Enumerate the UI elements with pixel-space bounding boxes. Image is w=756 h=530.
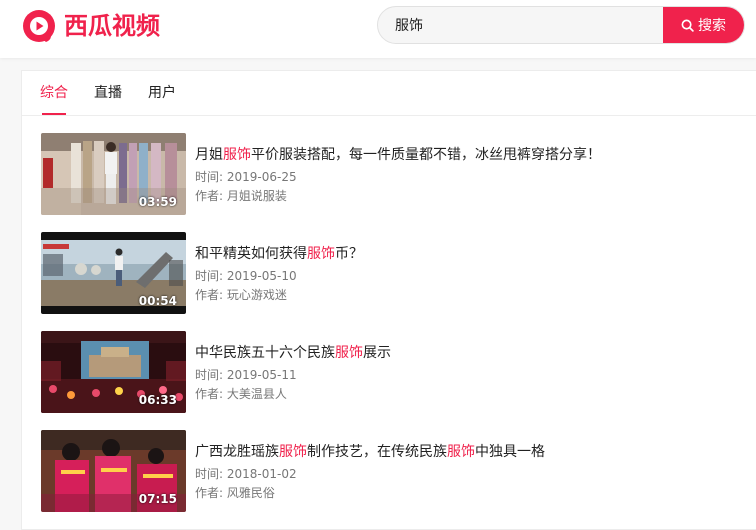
title-text: 月姐 <box>195 147 223 163</box>
video-time: 时间: 2019-05-10 <box>195 268 297 284</box>
author-label: 作者: <box>195 486 227 500</box>
author-label: 作者: <box>195 189 227 203</box>
title-text: 中独具一格 <box>475 444 545 460</box>
time-label: 时间: <box>195 467 227 481</box>
top-header: 西瓜视频 搜索 <box>0 0 756 58</box>
title-text: 广西龙胜瑶族 <box>195 444 279 460</box>
result-tabs: 综合 直播 用户 <box>22 71 756 116</box>
video-duration: 07:15 <box>138 492 177 506</box>
title-text: 币？ <box>335 246 363 262</box>
tab-live[interactable]: 直播 <box>94 84 122 102</box>
author-value: 玩心游戏迷 <box>226 288 287 302</box>
author-label: 作者: <box>195 288 227 302</box>
time-value: 2018-01-02 <box>226 467 297 481</box>
video-item[interactable]: 06:33 中华民族五十六个民族服饰展示 时间: 2019-05-11 作者: … <box>41 331 741 413</box>
title-text: 展示 <box>363 345 391 361</box>
video-title[interactable]: 中华民族五十六个民族服饰展示 <box>195 344 391 362</box>
video-thumbnail[interactable]: 06:33 <box>41 331 186 413</box>
title-highlight: 服饰 <box>335 345 363 361</box>
tab-users[interactable]: 用户 <box>148 84 176 102</box>
search-bar: 搜索 <box>377 6 745 44</box>
title-highlight: 服饰 <box>279 444 307 460</box>
video-duration: 00:54 <box>138 294 177 308</box>
search-button[interactable]: 搜索 <box>663 7 744 43</box>
xigua-logo-icon <box>23 10 55 42</box>
title-text: 中华民族五十六个民族 <box>195 345 335 361</box>
time-label: 时间: <box>195 269 227 283</box>
search-icon <box>681 19 694 32</box>
brand-logo[interactable]: 西瓜视频 <box>22 9 160 43</box>
video-item[interactable]: 07:15 广西龙胜瑶族服饰制作技艺，在传统民族服饰中独具一格 时间: 2018… <box>41 430 741 512</box>
author-value: 风雅民俗 <box>226 486 275 500</box>
time-value: 2019-05-11 <box>226 368 297 382</box>
title-text: 平价服装搭配，每一件质量都不错，冰丝甩裤穿搭分享！ <box>251 147 601 163</box>
video-author: 作者: 风雅民俗 <box>195 485 275 501</box>
title-text: 制作技艺，在传统民族 <box>307 444 447 460</box>
video-thumbnail[interactable]: 03:59 <box>41 133 186 215</box>
results-panel: 综合 直播 用户 03:59 月姐服饰平价服装搭配，每一件质量都不错，冰丝甩裤穿… <box>21 70 756 530</box>
video-time: 时间: 2019-05-11 <box>195 367 297 383</box>
video-item[interactable]: 03:59 月姐服饰平价服装搭配，每一件质量都不错，冰丝甩裤穿搭分享！ 时间: … <box>41 133 741 215</box>
active-tab-indicator <box>42 113 66 115</box>
video-duration: 06:33 <box>138 393 177 407</box>
time-label: 时间: <box>195 170 227 184</box>
tab-comprehensive[interactable]: 综合 <box>40 84 68 102</box>
video-title[interactable]: 月姐服饰平价服装搭配，每一件质量都不错，冰丝甩裤穿搭分享！ <box>195 146 601 164</box>
search-button-label: 搜索 <box>698 18 726 34</box>
video-author: 作者: 大美温县人 <box>195 386 287 402</box>
video-author: 作者: 玩心游戏迷 <box>195 287 287 303</box>
video-author: 作者: 月姐说服装 <box>195 188 287 204</box>
author-label: 作者: <box>195 387 227 401</box>
video-time: 时间: 2018-01-02 <box>195 466 297 482</box>
brand-name: 西瓜视频 <box>64 12 160 40</box>
author-value: 月姐说服装 <box>226 189 287 203</box>
time-label: 时间: <box>195 368 227 382</box>
video-thumbnail[interactable]: 07:15 <box>41 430 186 512</box>
video-time: 时间: 2019-06-25 <box>195 169 297 185</box>
title-highlight: 服饰 <box>223 147 251 163</box>
title-highlight: 服饰 <box>447 444 475 460</box>
search-input[interactable] <box>378 7 663 43</box>
video-title[interactable]: 和平精英如何获得服饰币？ <box>195 245 363 263</box>
author-value: 大美温县人 <box>226 387 287 401</box>
video-duration: 03:59 <box>138 195 177 209</box>
time-value: 2019-06-25 <box>226 170 297 184</box>
time-value: 2019-05-10 <box>226 269 297 283</box>
title-text: 和平精英如何获得 <box>195 246 307 262</box>
video-item[interactable]: 00:54 和平精英如何获得服饰币？ 时间: 2019-05-10 作者: 玩心… <box>41 232 741 314</box>
video-thumbnail[interactable]: 00:54 <box>41 232 186 314</box>
video-title[interactable]: 广西龙胜瑶族服饰制作技艺，在传统民族服饰中独具一格 <box>195 443 545 461</box>
title-highlight: 服饰 <box>307 246 335 262</box>
